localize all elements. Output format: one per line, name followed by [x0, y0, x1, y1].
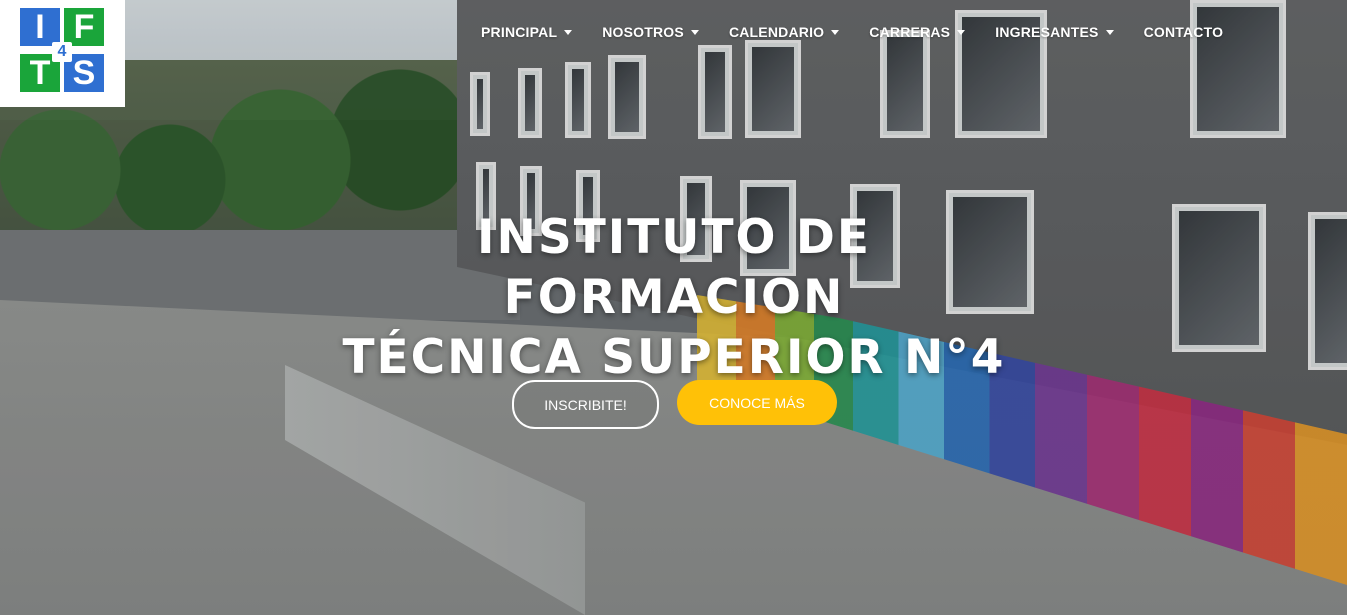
- conoce-mas-button[interactable]: CONOCE MÁS: [677, 380, 837, 425]
- logo-letter-f: F: [64, 8, 104, 46]
- nav-label: PRINCIPAL: [481, 24, 558, 40]
- nav-contacto[interactable]: CONTACTO: [1129, 24, 1239, 40]
- caret-down-icon: [564, 29, 573, 35]
- logo-letter-i: I: [20, 8, 60, 46]
- main-nav: PRINCIPAL NOSOTROS CALENDARIO CARRERAS I…: [466, 18, 1238, 46]
- nav-nosotros[interactable]: NOSOTROS: [587, 24, 714, 40]
- nav-label: CARRERAS: [869, 24, 951, 40]
- caret-down-icon: [690, 29, 699, 35]
- nav-calendario[interactable]: CALENDARIO: [714, 24, 854, 40]
- nav-label: CONTACTO: [1143, 24, 1224, 40]
- nav-label: CALENDARIO: [728, 24, 825, 40]
- caret-down-icon: [831, 29, 840, 35]
- nav-ingresantes[interactable]: INGRESANTES: [980, 24, 1128, 40]
- caret-down-icon: [957, 29, 966, 35]
- hero-title-line2: TÉCNICA SUPERIOR N°4: [342, 330, 1006, 385]
- nav-label: NOSOTROS: [602, 24, 684, 40]
- hero-title: INSTITUTO DE FORMACION TÉCNICA SUPERIOR …: [300, 208, 1048, 388]
- inscribite-button[interactable]: INSCRIBITE!: [512, 380, 659, 429]
- hero-title-line1: INSTITUTO DE FORMACION: [477, 210, 871, 325]
- site-logo[interactable]: I F T S 4: [0, 0, 125, 107]
- nav-principal[interactable]: PRINCIPAL: [466, 24, 587, 40]
- caret-down-icon: [1105, 29, 1114, 35]
- nav-label: INGRESANTES: [995, 24, 1099, 40]
- nav-carreras[interactable]: CARRERAS: [854, 24, 980, 40]
- logo-number: 4: [52, 42, 72, 62]
